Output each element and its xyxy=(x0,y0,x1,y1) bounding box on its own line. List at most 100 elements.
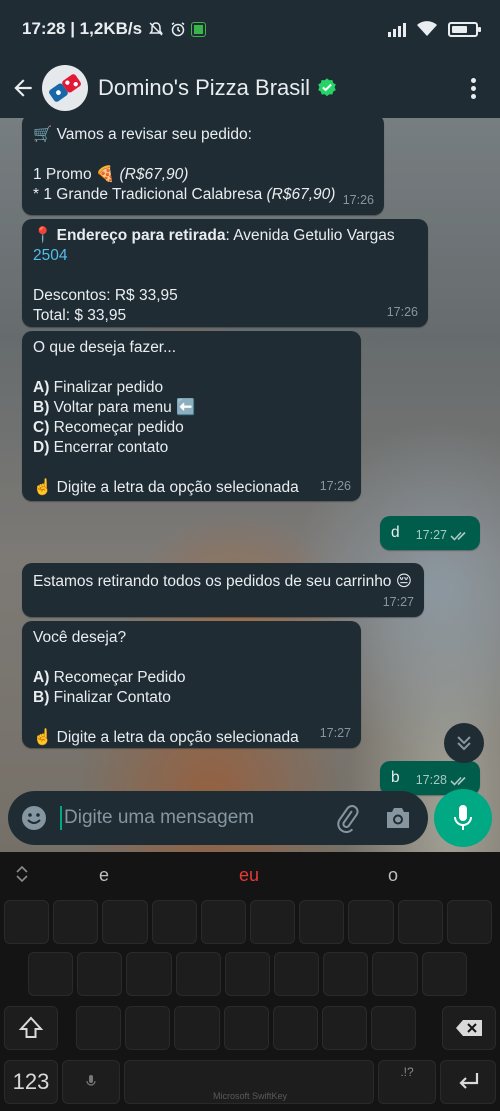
chat-area[interactable]: 🛒 Vamos a revisar seu pedido: 1 Promo 🍕 … xyxy=(0,118,500,852)
option-letter: B) xyxy=(33,399,50,416)
notifications-muted-icon xyxy=(149,22,164,36)
message-text: Digite a letra da opção selecionada xyxy=(52,479,299,496)
message-text: d xyxy=(391,524,400,541)
keyboard[interactable]: e eu o 123 .!? Microsoft SwiftKey xyxy=(0,852,500,1111)
message-text: Vamos a revisar seu pedido: xyxy=(52,126,252,143)
signal-icon xyxy=(388,21,406,37)
message-text: Encerrar contato xyxy=(49,439,169,456)
verified-icon xyxy=(318,78,336,97)
letter-key[interactable] xyxy=(53,900,99,944)
back-arrow-icon[interactable] xyxy=(10,75,36,101)
letter-key[interactable] xyxy=(322,1006,368,1050)
message-text: (R$67,90) xyxy=(266,186,336,203)
suggestion-1[interactable]: e xyxy=(99,865,109,886)
keyboard-row-1 xyxy=(0,900,500,946)
letter-key[interactable] xyxy=(446,900,492,944)
letter-key[interactable] xyxy=(323,952,369,996)
message-text: Você deseja? xyxy=(33,629,127,646)
letter-key[interactable] xyxy=(76,1006,122,1050)
letter-key[interactable] xyxy=(174,1006,220,1050)
message-text: Recomeçar Pedido xyxy=(49,669,186,686)
address-number-link[interactable]: 2504 xyxy=(33,247,67,264)
letter-key[interactable] xyxy=(299,900,345,944)
letter-key[interactable] xyxy=(151,900,197,944)
letter-key[interactable] xyxy=(272,1006,318,1050)
pointing-up-emoji-icon: ☝️ xyxy=(33,479,53,496)
shift-icon xyxy=(18,1016,44,1038)
message-time-with-ticks: 17:28 xyxy=(416,770,470,790)
message-bubble-incoming[interactable]: O que deseja fazer... A) Finalizar pedid… xyxy=(22,331,361,501)
message-time: 17:26 xyxy=(319,479,351,493)
message-time: 17:27 xyxy=(382,595,414,609)
message-text: Estamos retirando todos os pedidos de se… xyxy=(33,573,396,590)
attach-icon[interactable] xyxy=(332,803,362,833)
backspace-icon xyxy=(456,1020,482,1036)
letter-key[interactable] xyxy=(28,952,74,996)
letter-key[interactable] xyxy=(397,900,443,944)
mic-icon xyxy=(454,805,472,830)
letter-key[interactable] xyxy=(102,900,148,944)
shift-key[interactable] xyxy=(4,1006,58,1050)
option-letter: A) xyxy=(33,379,50,396)
letter-key[interactable] xyxy=(223,1006,269,1050)
double-chevron-down-icon xyxy=(457,736,471,751)
message-bubble-outgoing[interactable]: d 17:27 xyxy=(380,516,480,550)
message-time: 17:26 xyxy=(342,193,374,207)
letter-key[interactable] xyxy=(126,952,172,996)
message-text: Recomeçar pedido xyxy=(49,419,184,436)
message-text: Digite a letra da opção selecionada xyxy=(52,729,299,746)
message-text: O que deseja fazer... xyxy=(33,339,177,356)
status-time: 17:28 | 1,2KB/s xyxy=(22,19,143,38)
message-composer: Digite uma mensagem xyxy=(8,791,428,845)
chat-header: Domino's Pizza Brasil xyxy=(0,58,500,118)
status-bar: 17:28 | 1,2KB/s xyxy=(0,0,500,58)
message-text: Descontos: R$ 33,95 xyxy=(33,287,178,304)
message-text: : Avenida Getulio Vargas xyxy=(225,227,395,244)
emoji-icon[interactable] xyxy=(20,804,48,832)
message-text: Total: $ 33,95 xyxy=(33,307,127,324)
message-input[interactable]: Digite uma mensagem xyxy=(60,806,332,830)
option-letter: A) xyxy=(33,669,50,686)
suggestion-3[interactable]: o xyxy=(388,865,398,886)
message-text: Finalizar pedido xyxy=(49,379,164,396)
pointing-up-emoji-icon: ☝️ xyxy=(33,729,53,746)
letter-key[interactable] xyxy=(421,952,467,996)
message-bubble-incoming[interactable]: Estamos retirando todos os pedidos de se… xyxy=(22,563,424,617)
letter-key[interactable] xyxy=(224,952,270,996)
pizza-emoji-icon: 🍕 xyxy=(95,166,116,183)
expand-toolbar-icon[interactable] xyxy=(12,864,32,884)
dominos-logo xyxy=(49,74,81,102)
message-text: b xyxy=(391,769,400,786)
suggestion-bar: e eu o xyxy=(0,852,500,898)
letter-key[interactable] xyxy=(200,900,246,944)
letter-key[interactable] xyxy=(274,952,320,996)
letter-key[interactable] xyxy=(372,952,418,996)
message-time-with-ticks: 17:27 xyxy=(416,525,470,545)
back-arrow-emoji-icon: ⬅️ xyxy=(176,399,196,416)
letter-key[interactable] xyxy=(348,900,394,944)
message-time: 17:27 xyxy=(319,726,351,740)
backspace-key[interactable] xyxy=(442,1006,496,1050)
mic-button[interactable] xyxy=(434,789,492,847)
message-text: 1 Promo xyxy=(33,166,96,183)
letter-key[interactable] xyxy=(4,900,50,944)
pensive-emoji-icon: 😔 xyxy=(395,573,412,590)
letter-key[interactable] xyxy=(371,1006,417,1050)
message-bubble-incoming[interactable]: Você deseja? A) Recomeçar Pedido B) Fina… xyxy=(22,621,361,748)
letter-key[interactable] xyxy=(250,900,296,944)
double-check-icon xyxy=(450,776,466,786)
more-options-icon[interactable] xyxy=(471,77,476,99)
alarm-icon xyxy=(171,22,185,37)
letter-key[interactable] xyxy=(125,1006,171,1050)
contact-avatar[interactable] xyxy=(42,65,88,111)
message-text: Finalizar Contato xyxy=(49,689,171,706)
double-check-icon xyxy=(450,531,466,541)
scroll-to-bottom-button[interactable] xyxy=(444,723,484,763)
message-bubble-incoming[interactable]: 📍 Endereço para retirada: Avenida Getuli… xyxy=(22,219,428,327)
suggestion-2[interactable]: eu xyxy=(239,865,259,886)
letter-key[interactable] xyxy=(77,952,123,996)
letter-key[interactable] xyxy=(175,952,221,996)
camera-icon[interactable] xyxy=(384,805,412,831)
message-bubble-incoming[interactable]: 🛒 Vamos a revisar seu pedido: 1 Promo 🍕 … xyxy=(22,118,384,215)
contact-name[interactable]: Domino's Pizza Brasil xyxy=(98,75,310,101)
